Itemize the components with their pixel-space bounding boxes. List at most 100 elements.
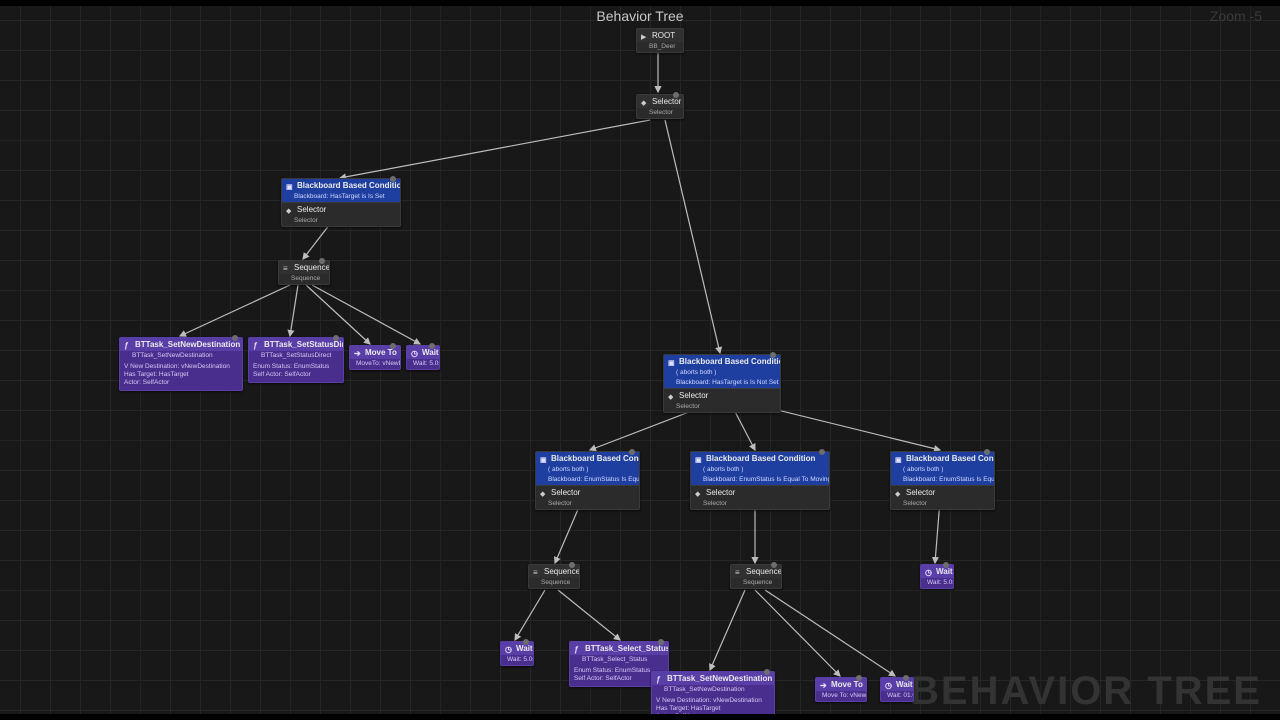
node-pin — [764, 669, 770, 675]
node-pin — [903, 675, 909, 681]
node-pin — [429, 343, 435, 349]
task-title: BTTask_SetStatusDirect — [264, 340, 343, 349]
task-prop: Enum Status: EnumStatus — [253, 363, 339, 371]
selector-sublabel: Selector — [536, 499, 639, 509]
node-pin — [319, 258, 325, 264]
task-prop: Self Actor: SelfActor — [253, 371, 339, 379]
decorator-sub: Blackboard: EnumStatus Is Equal To Grazi… — [891, 475, 994, 485]
node-task-moveto-2[interactable]: Move To Move To: vNewDestination — [815, 677, 867, 702]
node-task-setstatusdirect[interactable]: BTTask_SetStatusDirect BTTask_SetStatusD… — [248, 337, 344, 383]
task-sub: Wait: 5.0s — [407, 359, 439, 369]
task-title: Wait — [896, 680, 913, 689]
selector-icon — [695, 489, 703, 497]
selector-sublabel: Selector — [691, 499, 829, 509]
selector-icon — [286, 206, 294, 214]
selector-sublabel: Selector — [637, 108, 683, 118]
node-pin — [856, 675, 862, 681]
selector-icon — [668, 392, 676, 400]
root-icon — [641, 32, 649, 40]
sequence-sublabel: Sequence — [731, 578, 781, 588]
node-selector-moving[interactable]: Blackboard Based Condition ( aborts both… — [690, 451, 830, 510]
node-sequence-idle[interactable]: Sequence Sequence — [528, 564, 580, 589]
condition-icon — [695, 455, 703, 463]
decorator-title: Blackboard Based Condition — [906, 454, 994, 463]
node-task-moveto-1[interactable]: Move To MoveTo: vNewDestination — [349, 345, 401, 370]
decorator-sub: Blackboard: EnumStatus Is Equal To Idle — [536, 475, 639, 485]
node-task-setdest-2[interactable]: BTTask_SetNewDestination BTTask_SetNewDe… — [651, 671, 775, 720]
node-selector-top[interactable]: Selector Selector — [636, 94, 684, 119]
task-sub: Move To: vNewDestination — [816, 691, 866, 701]
node-selector-idle[interactable]: Blackboard Based Condition ( aborts both… — [535, 451, 640, 510]
node-pin — [569, 562, 575, 568]
wait-icon — [925, 568, 933, 576]
node-pin — [333, 335, 339, 341]
selector-icon — [641, 98, 649, 106]
move-icon — [354, 349, 362, 357]
decorator-sub: ( aborts both ) — [891, 465, 994, 475]
selector-icon — [540, 489, 548, 497]
task-title: Wait — [516, 644, 533, 653]
selector-label: Selector — [906, 488, 935, 497]
sequence-icon — [533, 568, 541, 576]
wait-icon — [411, 349, 419, 357]
sequence-label: Sequence — [544, 567, 579, 576]
task-sub: BTTask_SetStatusDirect — [249, 351, 343, 361]
zoom-indicator: Zoom -5 — [1210, 8, 1262, 24]
decorator-sub: Blackboard: EnumStatus Is Equal To Movin… — [691, 475, 829, 485]
node-pin — [523, 639, 529, 645]
node-pin — [943, 562, 949, 568]
node-pin — [390, 176, 396, 182]
task-title: BTTask_SetNewDestination — [135, 340, 240, 349]
selector-label: Selector — [679, 391, 708, 400]
task-title: BTTask_SetNewDestination — [667, 674, 772, 683]
node-pin — [673, 92, 679, 98]
selector-sublabel: Selector — [282, 216, 400, 226]
node-selector-left[interactable]: Blackboard Based Condition Blackboard: H… — [281, 178, 401, 227]
task-prop: Has Target: HasTarget — [124, 371, 238, 379]
condition-icon — [540, 455, 548, 463]
task-title: Move To — [831, 680, 863, 689]
condition-icon — [895, 455, 903, 463]
node-task-wait-3[interactable]: Wait Wait: 01.00 — [880, 677, 914, 702]
root-sublabel: BB_Deer — [637, 42, 683, 52]
decorator-title: Blackboard Based Condition — [551, 454, 639, 463]
node-task-setdest-1[interactable]: BTTask_SetNewDestination BTTask_SetNewDe… — [119, 337, 243, 391]
node-pin — [629, 449, 635, 455]
task-prop: V New Destination: vNewDestination — [656, 697, 770, 705]
task-sub: BTTask_SetNewDestination — [120, 351, 242, 361]
selector-label: Selector — [706, 488, 735, 497]
task-sub: MoveTo: vNewDestination — [350, 359, 400, 369]
selector-label: Selector — [297, 205, 326, 214]
decorator-title: Blackboard Based Condition — [679, 357, 780, 366]
root-label: ROOT — [652, 31, 675, 40]
task-icon — [574, 645, 582, 653]
condition-icon — [668, 358, 676, 366]
node-pin — [984, 449, 990, 455]
selector-icon — [895, 489, 903, 497]
node-pin — [770, 352, 776, 358]
node-task-wait-2[interactable]: Wait Wait: 5.0s — [500, 641, 534, 666]
sequence-sublabel: Sequence — [529, 578, 579, 588]
node-selector-grazing[interactable]: Blackboard Based Condition ( aborts both… — [890, 451, 995, 510]
task-sub: Wait: 5.0s — [921, 578, 953, 588]
selector-label: Selector — [551, 488, 580, 497]
decorator-title: Blackboard Based Condition — [297, 181, 400, 190]
node-sequence-left[interactable]: Sequence Sequence — [278, 260, 330, 285]
node-task-wait-4[interactable]: Wait Wait: 5.0s — [920, 564, 954, 589]
node-selector-right[interactable]: Blackboard Based Condition ( aborts both… — [663, 354, 781, 413]
task-sub: BTTask_SetNewDestination — [652, 685, 774, 695]
sequence-label: Sequence — [746, 567, 781, 576]
condition-icon — [286, 182, 294, 190]
node-root[interactable]: ROOT BB_Deer — [636, 28, 684, 53]
decorator-sub: ( aborts both ) — [536, 465, 639, 475]
node-pin — [771, 562, 777, 568]
letterbox-bottom — [0, 714, 1280, 720]
task-sub: Wait: 5.0s — [501, 655, 533, 665]
node-sequence-moving[interactable]: Sequence Sequence — [730, 564, 782, 589]
sequence-icon — [735, 568, 743, 576]
task-prop: Actor: SelfActor — [124, 379, 238, 387]
task-title: Move To — [365, 348, 397, 357]
letterbox-top — [0, 0, 1280, 6]
move-icon — [820, 681, 828, 689]
node-task-wait-1[interactable]: Wait Wait: 5.0s — [406, 345, 440, 370]
